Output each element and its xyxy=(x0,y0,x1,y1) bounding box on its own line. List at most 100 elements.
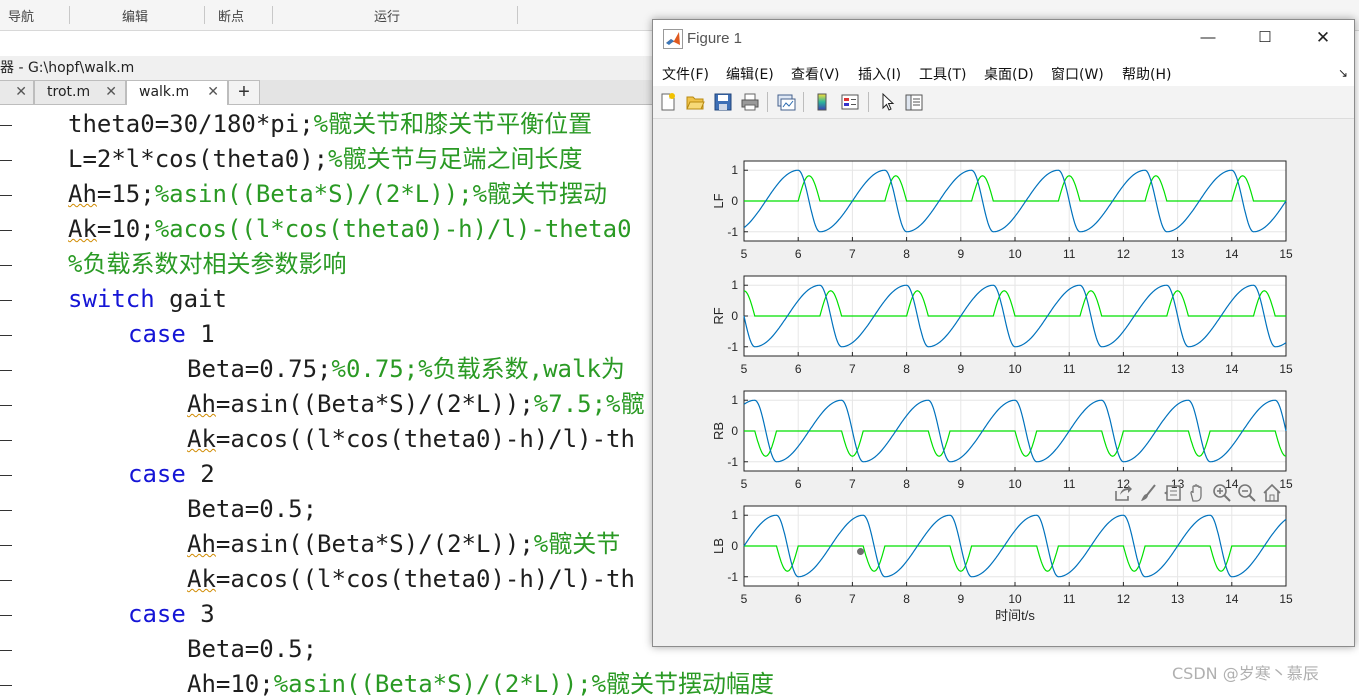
axes-toolbar xyxy=(1113,481,1293,505)
toolstrip-divider xyxy=(272,6,273,24)
property-inspector-icon[interactable] xyxy=(904,92,924,112)
toolstrip-divider xyxy=(69,6,70,24)
code-line[interactable]: Ak=10;%acos((l*cos(theta0)-h)/l)-theta0 xyxy=(68,213,632,245)
x-tick-label: 12 xyxy=(1117,247,1131,261)
toolstrip-section-breakpoints[interactable]: 断点 xyxy=(218,6,244,25)
restore-view-icon[interactable] xyxy=(1262,483,1282,503)
code-line[interactable]: theta0=30/180*pi;%髋关节和膝关节平衡位置 xyxy=(68,108,592,140)
code-comment: %0.75;%负载系数,walk为 xyxy=(331,355,625,383)
datatip-icon[interactable] xyxy=(1163,483,1183,503)
code-line[interactable]: Beta=0.5; xyxy=(187,493,317,525)
tab-walk[interactable]: walk.m ✕ xyxy=(126,80,228,105)
x-tick-label: 8 xyxy=(903,247,910,261)
link-plot-icon[interactable] xyxy=(776,92,796,112)
tab-hidden[interactable]: ✕ xyxy=(0,80,34,104)
code-line[interactable]: case 2 xyxy=(128,458,215,490)
code-line[interactable]: case 3 xyxy=(128,598,215,630)
save-icon[interactable] xyxy=(713,92,733,112)
x-axis-label: 时间t/s xyxy=(995,608,1035,623)
zoom-out-icon[interactable] xyxy=(1237,483,1257,503)
legend-icon[interactable] xyxy=(840,92,860,112)
figure-titlebar[interactable]: Figure 1 — ☐ ✕ xyxy=(653,20,1354,58)
code-editor[interactable]: theta0=30/180*pi;%髋关节和膝关节平衡位置 L=2*l*cos(t… xyxy=(0,108,774,698)
menu-tools[interactable]: 工具(T) xyxy=(919,64,966,84)
menu-window[interactable]: 窗口(W) xyxy=(1051,64,1104,84)
menu-desktop[interactable]: 桌面(D) xyxy=(984,64,1034,84)
y-axis-label: LB xyxy=(711,538,726,554)
y-tick-label: -1 xyxy=(727,455,738,469)
y-axis-label: RB xyxy=(711,422,726,440)
menu-view[interactable]: 查看(V) xyxy=(791,64,840,84)
menu-insert[interactable]: 插入(I) xyxy=(858,64,901,84)
code-line[interactable]: Ah=15;%asin((Beta*S)/(2*L));%髋关节摆动 xyxy=(68,178,607,210)
add-tab-button[interactable]: + xyxy=(228,80,260,104)
x-tick-label: 7 xyxy=(849,247,856,261)
toolstrip-divider xyxy=(204,6,205,24)
edit-plot-icon[interactable] xyxy=(878,92,898,112)
x-tick-label: 14 xyxy=(1225,247,1239,261)
x-tick-label: 9 xyxy=(957,592,964,606)
y-axis-label: LF xyxy=(711,193,726,208)
menu-help[interactable]: 帮助(H) xyxy=(1122,64,1171,84)
toolstrip-section-run[interactable]: 运行 xyxy=(374,6,400,25)
y-tick-label: 0 xyxy=(731,309,738,323)
open-file-icon[interactable] xyxy=(685,92,705,112)
export-icon[interactable] xyxy=(1113,483,1133,503)
menu-file[interactable]: 文件(F) xyxy=(662,64,709,84)
code-line[interactable]: %负载系数对相关参数影响 xyxy=(68,248,346,280)
figure-toolbar xyxy=(653,86,1354,119)
code-comment: %asin((Beta*S)/(2*L));%髋关节摆动 xyxy=(154,180,608,208)
brush-icon[interactable] xyxy=(1138,483,1158,503)
x-tick-label: 11 xyxy=(1063,477,1076,491)
code-line[interactable]: L=2*l*cos(theta0);%髋关节与足端之间长度 xyxy=(68,143,583,175)
code-line[interactable]: case 1 xyxy=(128,318,215,350)
code-token: Beta=0.5; xyxy=(187,635,318,663)
tab-close-icon[interactable]: ✕ xyxy=(105,81,117,103)
code-line[interactable]: Beta=0.5; xyxy=(187,633,317,665)
code-line[interactable]: switch gait xyxy=(68,283,227,315)
code-line[interactable]: Ah=asin((Beta*S)/(2*L));%7.5;%髋 xyxy=(187,388,645,420)
code-line[interactable]: Ah=asin((Beta*S)/(2*L));%髋关节 xyxy=(187,528,620,560)
code-line[interactable]: Ak=acos((l*cos(theta0)-h)/l)-th xyxy=(187,423,635,455)
code-line[interactable]: Beta=0.75;%0.75;%负载系数,walk为 xyxy=(187,353,625,385)
x-tick-label: 5 xyxy=(741,592,748,606)
x-tick-label: 8 xyxy=(903,477,910,491)
x-tick-label: 6 xyxy=(795,362,802,376)
close-icon[interactable]: ✕ xyxy=(1313,28,1333,48)
code-token: theta0=30/180*pi; xyxy=(68,110,314,138)
x-tick-label: 15 xyxy=(1279,592,1293,606)
pan-icon[interactable] xyxy=(1187,483,1207,503)
tab-close-icon[interactable]: ✕ xyxy=(207,81,219,103)
x-tick-label: 9 xyxy=(957,247,964,261)
code-token: L=2*l*cos(theta0); xyxy=(68,145,329,173)
datatip-marker xyxy=(857,548,865,556)
code-token: Ak xyxy=(68,215,97,243)
x-tick-label: 5 xyxy=(741,477,748,491)
print-icon[interactable] xyxy=(740,92,760,112)
code-token: Ak xyxy=(187,425,216,453)
figure-menubar: 文件(F) 编辑(E) 查看(V) 插入(I) 工具(T) 桌面(D) 窗口(W… xyxy=(653,58,1354,86)
minimize-icon[interactable]: — xyxy=(1198,28,1218,48)
code-line[interactable]: Ak=acos((l*cos(theta0)-h)/l)-th xyxy=(187,563,635,595)
x-tick-label: 7 xyxy=(849,592,856,606)
x-tick-label: 5 xyxy=(741,247,748,261)
code-keyword: case xyxy=(128,460,186,488)
menu-edit[interactable]: 编辑(E) xyxy=(726,64,774,84)
x-tick-label: 8 xyxy=(903,592,910,606)
toolstrip-section-edit[interactable]: 编辑 xyxy=(122,6,148,25)
colorbar-icon[interactable] xyxy=(812,92,832,112)
maximize-icon[interactable]: ☐ xyxy=(1255,28,1275,48)
new-figure-icon[interactable] xyxy=(658,92,678,112)
x-tick-label: 7 xyxy=(849,362,856,376)
y-tick-label: -1 xyxy=(727,570,738,584)
zoom-in-icon[interactable] xyxy=(1212,483,1232,503)
code-token: =15; xyxy=(96,180,155,208)
tab-close-icon[interactable]: ✕ xyxy=(15,81,27,103)
code-line[interactable]: Ah=10;%asin((Beta*S)/(2*L));%髋关节摆动幅度 xyxy=(187,668,774,700)
dock-arrow-icon[interactable]: ↘ xyxy=(1338,66,1348,80)
tab-trot[interactable]: trot.m ✕ xyxy=(34,80,126,104)
matlab-logo-icon xyxy=(663,29,683,49)
x-tick-label: 6 xyxy=(795,247,802,261)
plot-area[interactable]: 5 6 7 8 9 10 11 12 13 14 15-101LF5 6 7 8 9 10 11 12 13 14 15… xyxy=(653,119,1354,646)
toolstrip-section-navigate[interactable]: 导航 xyxy=(8,6,34,25)
